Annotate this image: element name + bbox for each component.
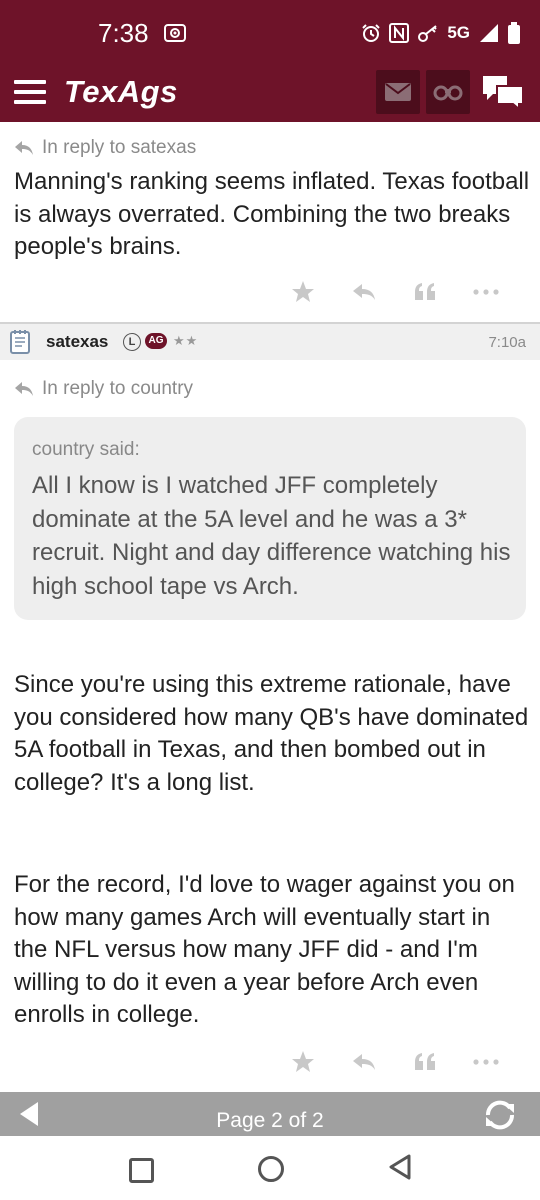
system-nav-bar (0, 1136, 540, 1200)
watch-list-button[interactable] (426, 70, 470, 114)
post2-username[interactable]: satexas (46, 332, 108, 352)
screen-record-icon (164, 24, 186, 42)
messages-button[interactable] (376, 70, 420, 114)
binoculars-icon (433, 85, 463, 101)
chat-bubbles-icon (483, 76, 524, 110)
reply-arrow-icon (15, 141, 33, 155)
quote-author: country said: (32, 439, 140, 460)
menu-icon[interactable] (14, 80, 46, 108)
post2-time: 7:10a (488, 334, 526, 351)
texags-logo[interactable]: TexAgs (64, 74, 178, 110)
status-time: 7:38 (98, 18, 149, 48)
post2-header: satexas L AG ★★ 7:10a (0, 324, 540, 360)
star-icon[interactable] (272, 1050, 333, 1073)
back-icon[interactable] (388, 1154, 412, 1180)
network-type: 5G (447, 23, 470, 42)
quote-block: country said: All I know is I watched JF… (14, 417, 526, 620)
star-icon[interactable] (272, 280, 333, 303)
status-icons: 5G (361, 22, 520, 44)
refresh-icon[interactable] (482, 1098, 518, 1132)
more-icon[interactable] (455, 1058, 516, 1065)
reply-to-text: In reply to satexas (42, 137, 197, 158)
post1-body: Manning's ranking seems inflated. Texas … (14, 168, 536, 260)
post2-actions (272, 1050, 516, 1073)
quote-icon[interactable] (394, 282, 455, 301)
nfc-icon (389, 23, 410, 43)
reply-icon[interactable] (333, 1053, 394, 1071)
post1-actions (272, 280, 516, 303)
user-stars: ★★ (173, 333, 199, 348)
reply-link-post1[interactable]: In reply to satexas (14, 137, 196, 159)
app-header: TexAgs (0, 70, 540, 122)
note-icon[interactable] (10, 330, 30, 354)
ag-badge: AG (145, 333, 167, 349)
page-indicator: Page 2 of 2 (216, 1109, 324, 1132)
pagination-bar: Page 2 of 2 (0, 1092, 540, 1136)
lifetime-badge: L (123, 333, 141, 351)
key-icon (418, 25, 438, 42)
reply-icon[interactable] (333, 283, 394, 301)
alarm-icon (362, 24, 381, 42)
reply-link-post2[interactable]: In reply to country (14, 378, 193, 400)
battery-icon (508, 22, 520, 44)
reply-to-text: In reply to country (42, 378, 194, 399)
recent-apps-icon[interactable] (129, 1158, 154, 1183)
quote-text: All I know is I watched JFF completely d… (32, 472, 511, 600)
more-icon[interactable] (455, 288, 516, 295)
post2-body-paragraph-1: Since you're using this extreme rational… (14, 671, 535, 796)
post2-body-paragraph-2: For the record, I'd love to wager agains… (14, 871, 522, 1028)
envelope-icon (385, 83, 411, 101)
quote-icon[interactable] (394, 1052, 455, 1071)
chat-button[interactable] (478, 70, 528, 114)
status-bar: 7:38 5G (0, 0, 540, 70)
home-icon[interactable] (258, 1156, 284, 1182)
reply-arrow-icon (15, 382, 33, 396)
signal-icon (480, 24, 498, 42)
